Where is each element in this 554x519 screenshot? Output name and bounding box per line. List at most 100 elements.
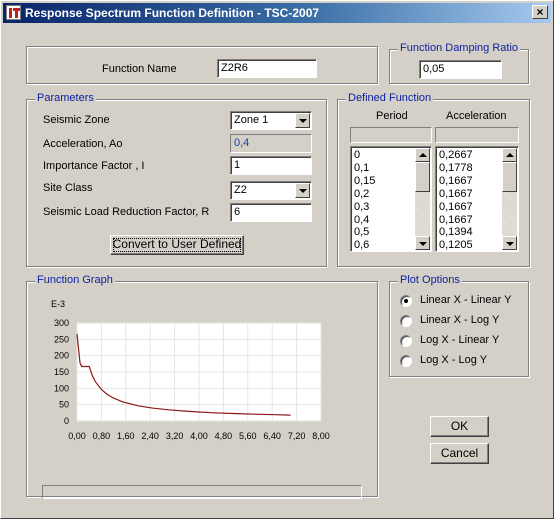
close-icon: × xyxy=(536,5,544,19)
scroll-thumb[interactable] xyxy=(415,162,430,192)
scroll-up-button[interactable] xyxy=(502,148,517,162)
scroll-thumb[interactable] xyxy=(502,162,517,192)
chevron-down-icon xyxy=(299,119,307,123)
acceleration-header-cell xyxy=(435,127,519,143)
y-tick-label: 150 xyxy=(54,367,69,377)
title-bar[interactable]: Response Spectrum Function Definition - … xyxy=(3,3,551,23)
ok-button[interactable]: OK xyxy=(430,416,489,437)
acceleration-label: Acceleration, Ao xyxy=(43,138,123,150)
importance-factor-input[interactable]: 1 xyxy=(230,156,312,175)
acceleration-list[interactable]: 0,2667 0,1778 0,1667 0,1667 0,1667 0,1667 0,13… xyxy=(435,146,519,252)
site-class-dropdown-button[interactable] xyxy=(295,183,310,198)
defined-function-group: Defined Function Period Acceleration 0 0,… xyxy=(337,92,530,267)
plot-options-group: Plot Options Linear X - Linear Y Linear … xyxy=(389,274,529,377)
list-item[interactable]: 0,1 xyxy=(354,162,375,175)
chevron-down-icon xyxy=(299,189,307,193)
list-item[interactable]: 0,2667 xyxy=(439,149,473,162)
period-scrollbar[interactable] xyxy=(415,148,430,250)
radio-dot xyxy=(404,299,408,303)
cancel-button[interactable]: Cancel xyxy=(430,443,489,464)
y-tick-label: 300 xyxy=(54,318,69,328)
reduction-factor-input[interactable]: 6 xyxy=(230,203,312,222)
scroll-down-button[interactable] xyxy=(415,236,430,250)
plot-option-label: Log X - Log Y xyxy=(420,354,488,366)
damping-ratio-input[interactable]: 0,05 xyxy=(419,60,502,79)
acceleration-items: 0,2667 0,1778 0,1667 0,1667 0,1667 0,1667 0,13… xyxy=(439,149,473,251)
x-tick-label: 0,80 xyxy=(93,431,111,441)
plot-option-label: Log X - Linear Y xyxy=(420,334,500,346)
function-name-box: Function Name Z2R6 xyxy=(26,46,378,84)
damping-group-title: Function Damping Ratio xyxy=(398,42,521,54)
y-tick-label: 100 xyxy=(54,383,69,393)
chart-grid xyxy=(76,322,322,422)
list-item[interactable]: 0,15 xyxy=(354,175,375,188)
scroll-up-button[interactable] xyxy=(415,148,430,162)
x-tick-label: 0,00 xyxy=(68,431,86,441)
parameters-group: Parameters Seismic Zone Zone 1 Accelerat… xyxy=(26,92,327,267)
scroll-up-icon xyxy=(506,153,514,157)
x-tick-label: 4,80 xyxy=(215,431,233,441)
list-item[interactable]: 0,1667 xyxy=(439,188,473,201)
function-name-label: Function Name xyxy=(102,63,177,75)
y-tick-label: 50 xyxy=(59,400,69,410)
seismic-zone-label: Seismic Zone xyxy=(43,114,110,126)
app-icon xyxy=(6,5,21,20)
site-class-label: Site Class xyxy=(43,182,93,194)
importance-factor-label: Importance Factor , I xyxy=(43,160,145,172)
period-list[interactable]: 0 0,1 0,15 0,2 0,3 0,4 0,5 0,6 xyxy=(350,146,432,252)
acceleration-scrollbar[interactable] xyxy=(502,148,517,250)
function-graph-group-title: Function Graph xyxy=(35,274,115,286)
damping-group: Function Damping Ratio 0,05 xyxy=(389,42,529,84)
x-axis-ticks: 0,00 0,80 1,60 2,40 3,20 4,00 4,80 5,60 6,40 7,20… xyxy=(68,431,330,441)
list-item[interactable]: 0,6 xyxy=(354,239,375,251)
y-tick-label: 0 xyxy=(64,416,69,426)
list-item[interactable]: 0,1205 xyxy=(439,239,473,251)
radio-circle xyxy=(400,295,412,307)
function-graph-chart: E-3 300 250 200 150 100 50 0 0,00 0,80 1,60 2,40 3… xyxy=(51,299,330,441)
list-item[interactable]: 0,1778 xyxy=(439,162,473,175)
progress-bar xyxy=(42,485,362,499)
y-unit-label: E-3 xyxy=(51,299,65,309)
seismic-zone-dropdown-button[interactable] xyxy=(295,113,310,128)
x-tick-label: 4,00 xyxy=(190,431,208,441)
period-items: 0 0,1 0,15 0,2 0,3 0,4 0,5 0,6 xyxy=(354,149,375,251)
radio-circle xyxy=(400,315,412,327)
scroll-down-button[interactable] xyxy=(502,236,517,250)
defined-function-group-title: Defined Function xyxy=(346,92,434,104)
list-item[interactable]: 0,1667 xyxy=(439,214,473,227)
scroll-down-icon xyxy=(419,242,427,246)
convert-to-user-defined-button[interactable]: Convert to User Defined xyxy=(110,235,244,255)
close-button[interactable]: × xyxy=(532,5,548,19)
acceleration-column-header: Acceleration xyxy=(446,110,507,122)
list-item[interactable]: 0 xyxy=(354,149,375,162)
radio-circle xyxy=(400,355,412,367)
period-header-cell xyxy=(350,127,432,143)
radio-circle xyxy=(400,335,412,347)
list-item[interactable]: 0,2 xyxy=(354,188,375,201)
x-tick-label: 8,00 xyxy=(312,431,330,441)
parameters-group-title: Parameters xyxy=(35,92,96,104)
scroll-down-icon xyxy=(506,242,514,246)
list-item[interactable]: 0,5 xyxy=(354,226,375,239)
list-item[interactable]: 0,4 xyxy=(354,214,375,227)
function-name-input[interactable]: Z2R6 xyxy=(217,59,317,78)
list-item[interactable]: 0,1667 xyxy=(439,201,473,214)
y-tick-label: 250 xyxy=(54,334,69,344)
x-tick-label: 2,40 xyxy=(141,431,159,441)
function-graph-group: Function Graph E-3 300 250 200 150 100 50 0 0,… xyxy=(26,274,378,499)
x-tick-label: 7,20 xyxy=(288,431,306,441)
x-tick-label: 1,60 xyxy=(117,431,135,441)
window-title: Response Spectrum Function Definition - … xyxy=(25,6,320,20)
site-class-select[interactable]: Z2 xyxy=(230,181,312,200)
y-axis-ticks: 300 250 200 150 100 50 0 xyxy=(54,318,69,426)
reduction-factor-label: Seismic Load Reduction Factor, R xyxy=(43,206,210,218)
plot-option-label: Linear X - Linear Y xyxy=(420,294,512,306)
list-item[interactable]: 0,1667 xyxy=(439,175,473,188)
list-item[interactable]: 0,3 xyxy=(354,201,375,214)
list-item[interactable]: 0,1394 xyxy=(439,226,473,239)
seismic-zone-select[interactable]: Zone 1 xyxy=(230,111,312,130)
x-tick-label: 3,20 xyxy=(166,431,184,441)
x-tick-label: 5,60 xyxy=(239,431,257,441)
plot-option-label: Linear X - Log Y xyxy=(420,314,500,326)
period-column-header: Period xyxy=(376,110,408,122)
